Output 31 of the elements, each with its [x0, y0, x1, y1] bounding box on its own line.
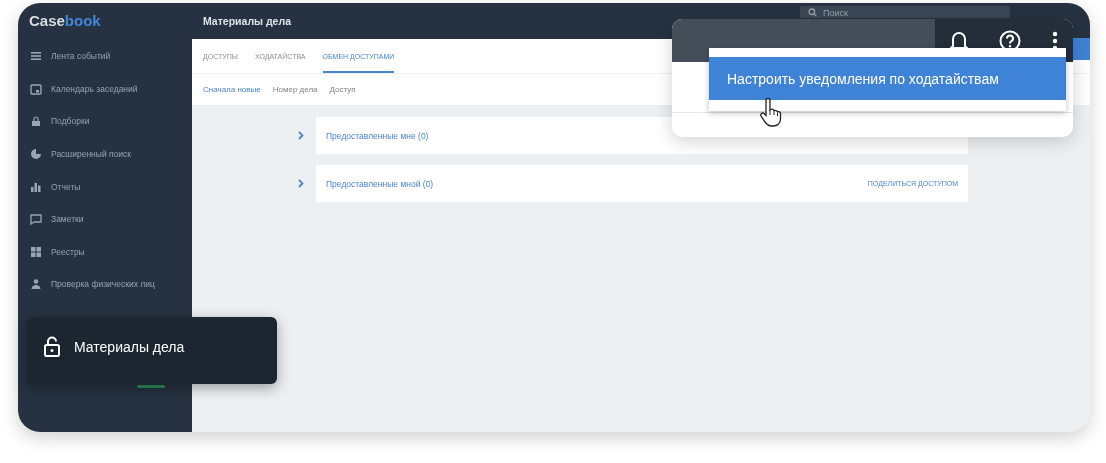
sidebar-item[interactable]: Подборки	[51, 116, 90, 127]
unlocked-padlock-icon	[44, 336, 60, 357]
calendar-icon	[30, 82, 42, 95]
sidebar-item[interactable]: Отчеты	[51, 181, 81, 192]
list-icon	[30, 50, 42, 63]
bar-chart-icon	[30, 180, 42, 193]
group-title[interactable]: Предоставленные мной (0)	[326, 178, 434, 189]
sidebar-item[interactable]: Расширенный поиск	[51, 149, 132, 160]
casebook-logo[interactable]: Casebook	[18, 3, 101, 30]
chevron-right-icon[interactable]	[298, 131, 304, 140]
more-menu-icon[interactable]	[1051, 30, 1058, 51]
sidebar-item[interactable]: Лента событий	[51, 51, 111, 62]
sidebar-item[interactable]: Проверка физических лиц	[51, 279, 155, 290]
menu-item[interactable]: Настроить уведомления по ходатайствам	[709, 57, 1066, 100]
group-title[interactable]: Предоставленные мне (0)	[326, 130, 429, 141]
person-icon	[30, 278, 42, 291]
search-field[interactable]: Поиск	[800, 6, 1010, 18]
sort-option[interactable]: Доступ	[329, 85, 356, 94]
sort-option[interactable]: Номер дела	[272, 85, 318, 94]
sidebar-item[interactable]: Календарь заседаний	[51, 83, 138, 94]
chat-icon	[30, 213, 42, 226]
chevron-right-icon[interactable]	[298, 179, 304, 188]
toggle-indicator	[137, 385, 165, 388]
search-icon	[808, 8, 817, 17]
sort-option[interactable]: Сначала новые	[203, 85, 261, 94]
grid-icon	[30, 245, 42, 258]
sidebar-item[interactable]: Заметки	[51, 214, 84, 225]
sidebar-item[interactable]: Материалы дела	[74, 338, 185, 355]
page-title: Материалы дела	[203, 15, 291, 27]
pie-chart-icon	[30, 148, 42, 161]
sidebar-item[interactable]: Реестры	[51, 246, 85, 257]
